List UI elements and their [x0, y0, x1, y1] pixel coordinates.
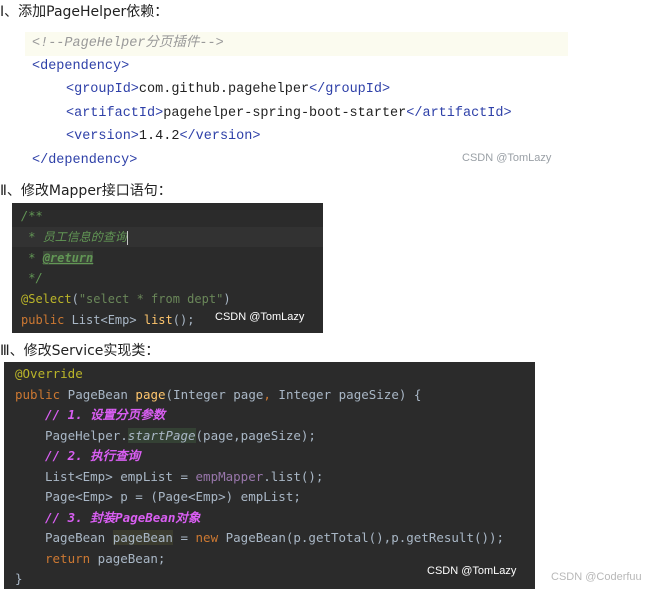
javadoc-prefix: *	[21, 230, 43, 244]
text-cursor	[126, 230, 128, 245]
static-method: startPage	[127, 428, 196, 443]
code-line-startpage: PageHelper.startPage(page,pageSize);	[45, 427, 316, 445]
xml-value: 1.4.2	[138, 129, 180, 144]
return-value: pageBean;	[90, 551, 166, 566]
xml-line-dependency-open: <dependency>	[32, 57, 129, 77]
args: (page,pageSize);	[195, 428, 316, 443]
xml-code-block: <!--PageHelper分页插件--> <dependency> <grou…	[0, 24, 570, 174]
xml-tag: </artifactId>	[406, 106, 512, 121]
xml-tag: <version>	[66, 129, 139, 144]
javadoc-close: */	[21, 271, 43, 285]
class-ref: PageHelper.	[45, 428, 128, 443]
xml-tag: <artifactId>	[66, 106, 164, 121]
return-type: PageBean	[60, 387, 136, 402]
comment-line-1: // 1. 设置分页参数	[45, 407, 166, 422]
method-signature-line: public PageBean page(Integer page, Integ…	[15, 386, 421, 404]
declaration: List<Emp> empList =	[45, 469, 196, 484]
code-line-list: List<Emp> empList = empMapper.list();	[45, 468, 323, 486]
section-heading-3: Ⅲ、修改Service实现类：	[0, 343, 160, 359]
comma: ,	[263, 387, 271, 402]
javadoc-open: /**	[21, 209, 43, 223]
keyword: new	[195, 530, 219, 545]
variable: pageBean	[112, 530, 173, 545]
constructor-call: PageBean(p.getTotal(),p.getResult());	[218, 530, 505, 545]
paren: )	[223, 292, 231, 306]
keyword: public	[21, 313, 65, 327]
page-watermark: CSDN @Coderfuu	[551, 571, 642, 583]
xml-tag: <dependency>	[32, 59, 130, 74]
section-heading-2: Ⅱ、修改Mapper接口语句：	[0, 183, 172, 199]
select-annotation-line: @Select("select * from dept")	[21, 291, 231, 307]
method-end: ();	[172, 313, 195, 327]
watermark: CSDN @TomLazy	[215, 311, 305, 323]
comment-line-2: // 2. 执行查询	[45, 448, 141, 463]
method-name: page	[135, 387, 166, 402]
method-name: list	[143, 313, 173, 327]
javadoc-text: 员工信息的查询	[42, 230, 127, 244]
code-line-cast: Page<Emp> p = (Page<Emp>) empList;	[45, 489, 301, 504]
xml-value: com.github.pagehelper	[138, 82, 310, 97]
xml-tag: </dependency>	[32, 153, 138, 168]
javadoc-prefix: *	[21, 251, 43, 265]
xml-line-groupid: <groupId>com.github.pagehelper</groupId>	[66, 80, 390, 100]
xml-line-artifactid: <artifactId>pagehelper-spring-boot-start…	[66, 104, 512, 124]
watermark: CSDN @TomLazy	[427, 565, 517, 577]
javadoc-return-tag: @return	[42, 251, 94, 265]
call: .list();	[263, 469, 324, 484]
assign: =	[172, 530, 196, 545]
params: Integer pageSize) {	[270, 387, 422, 402]
section-heading-1: Ⅰ、添加PageHelper依赖：	[0, 4, 169, 20]
code-line-new-pagebean: PageBean pageBean = new PageBean(p.getTo…	[45, 529, 504, 547]
xml-tag: </version>	[179, 129, 261, 144]
sql-string: "select * from dept"	[78, 292, 224, 306]
xml-value: pagehelper-spring-boot-starter	[163, 106, 407, 121]
params: (Integer page	[165, 387, 264, 402]
watermark: CSDN @TomLazy	[462, 152, 552, 164]
keyword: return	[45, 551, 91, 566]
xml-tag: </groupId>	[309, 82, 391, 97]
service-code-block: @Override public PageBean page(Integer p…	[4, 362, 535, 589]
xml-comment: <!--PageHelper分页插件-->	[32, 36, 224, 51]
xml-line-dependency-close: </dependency>	[32, 151, 137, 171]
mapper-code-block: /** * 员工信息的查询 * @return */ @Select("sele…	[12, 203, 323, 333]
comment-line-3: // 3. 封装PageBean对象	[45, 510, 201, 525]
method-signature-line: public List<Emp> list();	[21, 312, 194, 328]
paren: (	[71, 292, 79, 306]
field-ref: empMapper	[195, 469, 264, 484]
javadoc-return: * @return	[21, 250, 94, 266]
annotation: @Select	[21, 292, 72, 306]
closing-brace: }	[15, 571, 23, 586]
xml-line-version: <version>1.4.2</version>	[66, 127, 260, 147]
xml-tag: <groupId>	[66, 82, 139, 97]
keyword: public	[15, 387, 61, 402]
javadoc-description: * 员工信息的查询	[21, 229, 128, 245]
code-line-return: return pageBean;	[45, 550, 165, 568]
override-annotation: @Override	[15, 366, 83, 381]
return-type: List<Emp>	[64, 313, 144, 327]
type: PageBean	[45, 530, 113, 545]
